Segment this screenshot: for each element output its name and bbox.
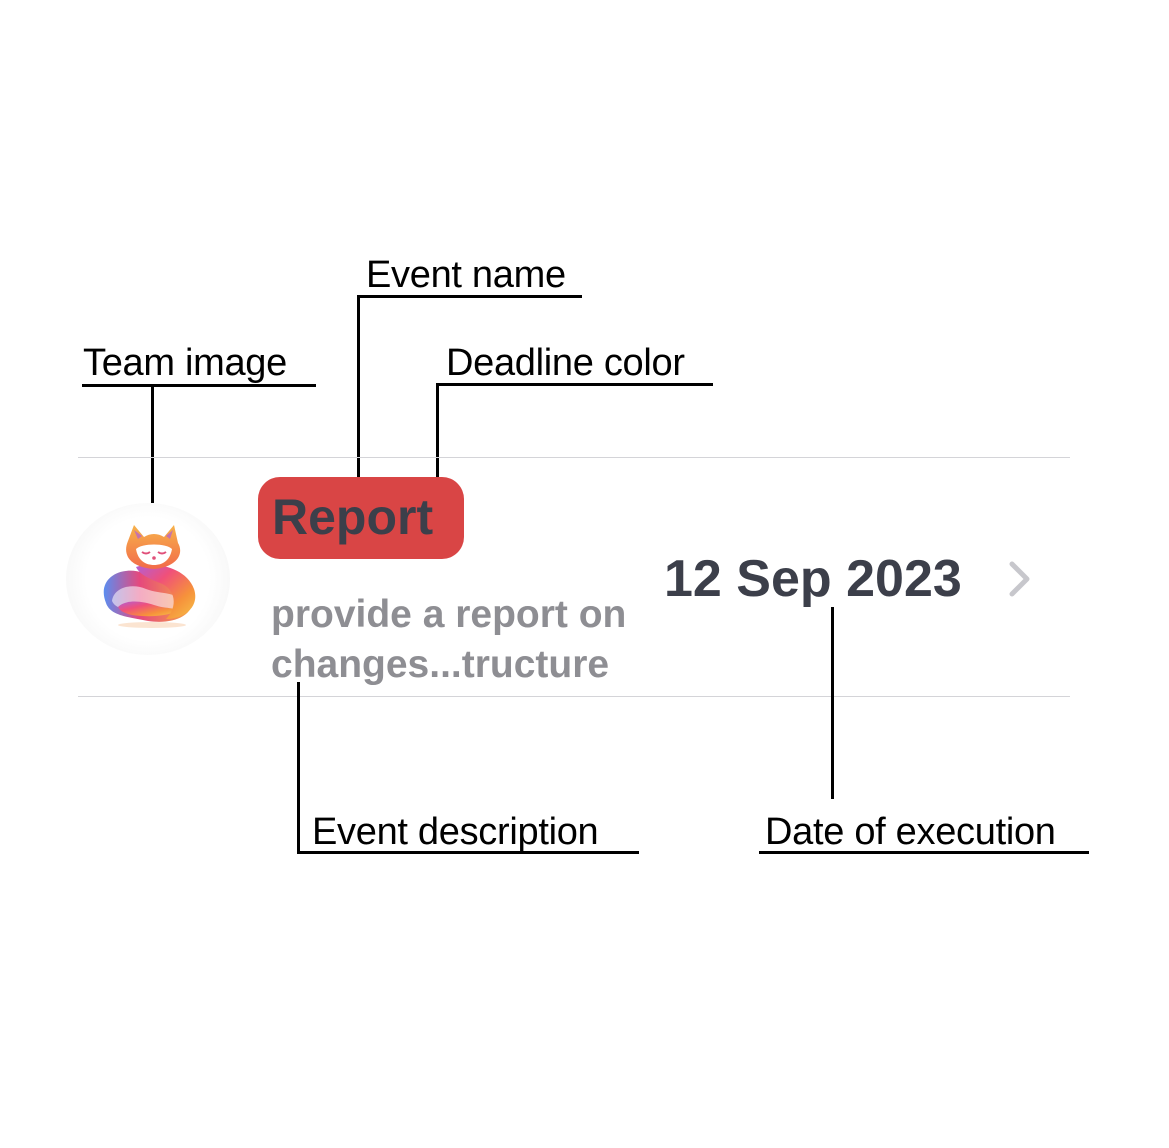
row-bottom-divider <box>78 696 1070 697</box>
annotation-deadline-color-underline <box>436 383 713 386</box>
team-avatar[interactable] <box>66 503 230 655</box>
annotation-date-of-execution-label: Date of execution <box>765 811 1056 853</box>
event-date: 12 Sep 2023 <box>664 550 962 608</box>
event-description-line-1: provide a report on <box>271 593 627 636</box>
chevron-right-icon[interactable] <box>1005 560 1035 598</box>
event-description-line-2: changes...tructure <box>271 643 610 686</box>
annotation-date-of-execution-leader <box>831 607 834 799</box>
fox-logo-icon <box>103 525 196 628</box>
annotation-event-name-underline <box>357 295 582 298</box>
annotation-event-name-label: Event name <box>366 254 566 296</box>
annotation-event-description-label: Event description <box>312 811 599 853</box>
annotation-team-image-underline <box>82 384 316 387</box>
annotation-event-description-leader <box>297 682 300 854</box>
annotation-deadline-color-label: Deadline color <box>446 342 685 384</box>
annotation-team-image-label: Team image <box>83 342 287 384</box>
event-name: Report <box>272 489 434 545</box>
